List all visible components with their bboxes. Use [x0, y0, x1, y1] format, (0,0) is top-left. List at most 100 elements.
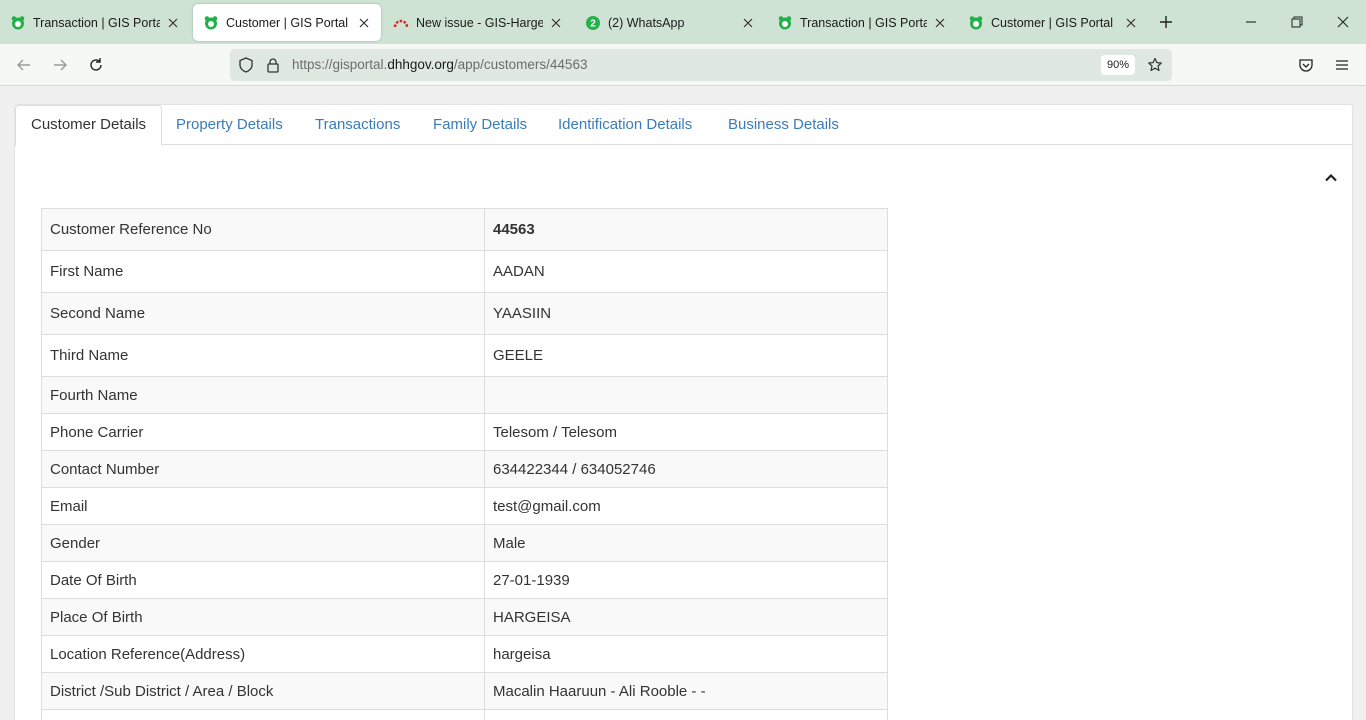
customer-details-table: Customer Reference No 44563 First Name A… — [41, 208, 888, 720]
row-label: Customer Reference No — [41, 208, 485, 251]
table-row: District /Sub District / Area / Block Ma… — [41, 672, 888, 710]
browser-tab-transaction-2[interactable]: Transaction | GIS Portal — [767, 4, 957, 41]
close-icon — [1337, 16, 1349, 28]
row-value — [484, 376, 888, 414]
browser-tab-title: (2) WhatsApp — [608, 15, 685, 30]
browser-tab-whatsapp[interactable]: 2 (2) WhatsApp — [575, 4, 765, 41]
table-row: Fourth Name — [41, 376, 888, 414]
detail-tabs: Customer Details Property Details Transa… — [15, 105, 1352, 146]
row-label: Place Of Birth — [41, 598, 485, 636]
row-label: Phone Carrier — [41, 413, 485, 451]
tab-business-details[interactable]: Business Details — [713, 105, 854, 145]
close-icon[interactable] — [549, 16, 563, 30]
browser-tab-title: Customer | GIS Portal — [991, 15, 1114, 30]
menu-button[interactable] — [1330, 53, 1354, 77]
new-tab-button[interactable] — [1155, 11, 1177, 33]
gis-portal-favicon — [968, 15, 984, 31]
browser-tab-title: New issue - GIS-Hargesia — [416, 15, 543, 30]
lock-icon[interactable] — [265, 57, 281, 73]
tab-property-details[interactable]: Property Details — [161, 105, 298, 145]
row-value: YAASIIN — [484, 292, 888, 335]
pocket-icon — [1299, 59, 1313, 72]
table-row: Email test@gmail.com — [41, 487, 888, 525]
minimize-button[interactable] — [1239, 10, 1263, 34]
row-label: Second Name — [41, 292, 485, 335]
browser-tab-new-issue[interactable]: New issue - GIS-Hargesia — [383, 4, 573, 41]
row-value: Male — [484, 524, 888, 562]
row-label: Location Reference(Address) — [41, 635, 485, 673]
arrow-left-icon — [17, 59, 30, 71]
row-value: 634422344 / 634052746 — [484, 450, 888, 488]
tab-customer-details[interactable]: Customer Details — [15, 105, 163, 146]
customer-reference-value: 44563 — [484, 208, 888, 251]
gis-portal-favicon — [10, 15, 26, 31]
close-icon[interactable] — [1124, 16, 1138, 30]
tab-family-details[interactable]: Family Details — [418, 105, 542, 145]
close-icon[interactable] — [357, 16, 371, 30]
row-label: Date Of Birth — [41, 561, 485, 599]
star-icon[interactable] — [1147, 57, 1163, 73]
address-bar[interactable]: https://gisportal.dhhgov.org/app/custome… — [230, 49, 1172, 81]
forward-button[interactable] — [48, 53, 72, 77]
close-icon[interactable] — [933, 16, 947, 30]
row-label: Gender — [41, 524, 485, 562]
pocket-button[interactable] — [1294, 53, 1318, 77]
row-value: GEELE — [484, 334, 888, 377]
issue-tracker-favicon — [393, 15, 409, 31]
table-row: Location Reference(Address) hargeisa — [41, 635, 888, 673]
collapse-button[interactable] — [1321, 169, 1341, 185]
row-value: 27-01-1939 — [484, 561, 888, 599]
row-value — [484, 709, 888, 720]
row-label: First Name — [41, 250, 485, 293]
gis-portal-favicon — [203, 15, 219, 31]
arrow-right-icon — [54, 59, 67, 71]
minimize-icon — [1246, 21, 1256, 23]
reload-button[interactable] — [84, 53, 108, 77]
browser-nav-bar: https://gisportal.dhhgov.org/app/custome… — [0, 44, 1366, 86]
table-row: Place Of Birth HARGEISA — [41, 598, 888, 636]
row-value: Macalin Haaruun - Ali Rooble - - — [484, 672, 888, 710]
shield-icon[interactable] — [238, 57, 254, 73]
restore-button[interactable] — [1285, 10, 1309, 34]
gis-portal-favicon — [777, 15, 793, 31]
row-label — [41, 709, 485, 720]
url-host: dhhgov.org — [387, 57, 454, 72]
browser-tab-customer-active[interactable]: Customer | GIS Portal — [193, 4, 381, 41]
row-label: Contact Number — [41, 450, 485, 488]
browser-tab-title: Transaction | GIS Portal — [33, 15, 160, 30]
reload-icon — [90, 58, 102, 71]
row-label: District /Sub District / Area / Block — [41, 672, 485, 710]
browser-tab-customer-2[interactable]: Customer | GIS Portal — [958, 4, 1148, 41]
table-row — [41, 709, 888, 720]
table-row: Date Of Birth 27-01-1939 — [41, 561, 888, 599]
table-row: Customer Reference No 44563 — [41, 208, 888, 251]
whatsapp-badge: 2 — [590, 18, 596, 29]
url-prefix: https://gisportal. — [292, 57, 388, 72]
back-button[interactable] — [12, 53, 36, 77]
row-label: Third Name — [41, 334, 485, 377]
table-row: Second Name YAASIIN — [41, 292, 888, 335]
browser-tab-transaction-1[interactable]: Transaction | GIS Portal — [0, 4, 190, 41]
url-text[interactable]: https://gisportal.dhhgov.org/app/custome… — [292, 57, 587, 72]
hamburger-icon — [1336, 60, 1348, 70]
tab-identification-details[interactable]: Identification Details — [543, 105, 707, 145]
url-path: /app/customers/44563 — [453, 57, 588, 72]
row-value: test@gmail.com — [484, 487, 888, 525]
zoom-level-badge[interactable]: 90% — [1101, 55, 1136, 75]
row-label: Email — [41, 487, 485, 525]
whatsapp-favicon: 2 — [585, 15, 601, 31]
close-icon[interactable] — [741, 16, 755, 30]
customer-panel: Customer Details Property Details Transa… — [14, 104, 1353, 720]
close-icon[interactable] — [166, 16, 180, 30]
row-value: Telesom / Telesom — [484, 413, 888, 451]
row-value: HARGEISA — [484, 598, 888, 636]
restore-icon — [1291, 16, 1303, 28]
table-row: Gender Male — [41, 524, 888, 562]
table-row: Contact Number 634422344 / 634052746 — [41, 450, 888, 488]
close-window-button[interactable] — [1331, 10, 1355, 34]
chevron-up-icon — [1325, 173, 1337, 181]
browser-tab-title: Customer | GIS Portal — [226, 15, 349, 30]
plus-icon — [1160, 16, 1172, 28]
browser-tab-title: Transaction | GIS Portal — [800, 15, 927, 30]
tab-transactions[interactable]: Transactions — [300, 105, 415, 145]
